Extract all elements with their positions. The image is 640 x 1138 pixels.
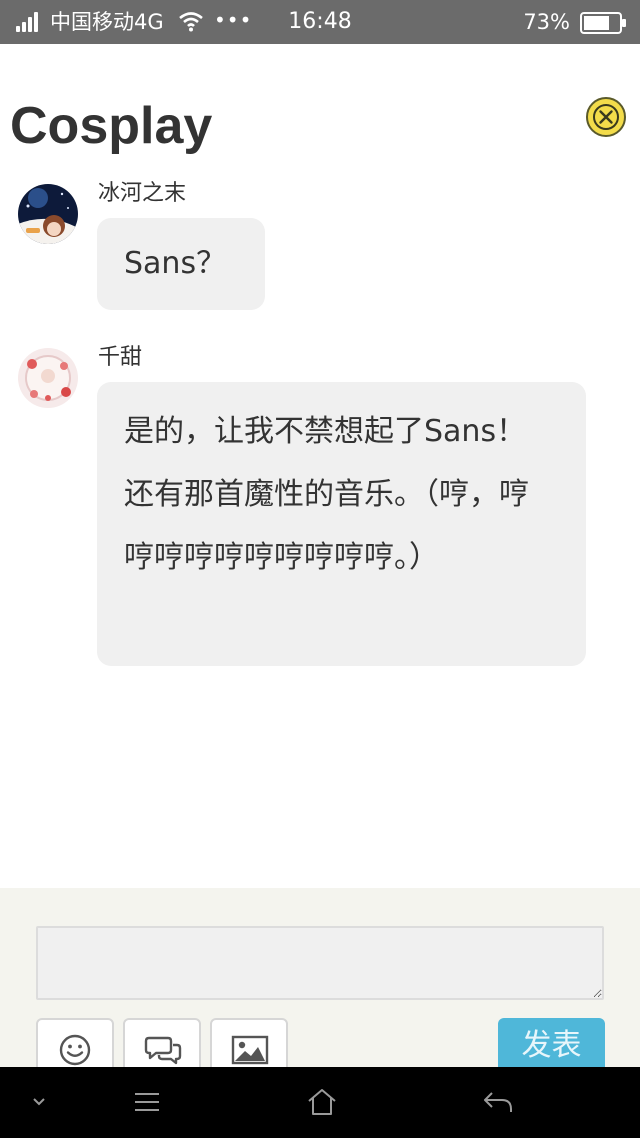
avatar[interactable] [18, 348, 78, 408]
chat-bubbles-icon [144, 1036, 182, 1065]
smiley-icon [59, 1034, 91, 1066]
menu-icon[interactable] [133, 1091, 161, 1113]
battery-percent: 73% [523, 10, 570, 34]
home-icon[interactable] [306, 1087, 338, 1117]
page-title: Cosplay [10, 97, 213, 155]
close-button[interactable] [586, 97, 626, 137]
message-bubble: 是的，让我不禁想起了Sans！还有那首魔性的音乐。（哼，哼哼哼哼哼哼哼哼哼哼。） [97, 382, 586, 666]
sender-name: 千甜 [98, 345, 143, 370]
chevron-down-icon[interactable] [30, 1095, 48, 1109]
avatar[interactable] [18, 184, 78, 244]
sender-name: 冰河之末 [98, 181, 187, 206]
back-icon[interactable] [482, 1089, 514, 1115]
reply-input[interactable] [36, 926, 604, 1000]
composer: 发表 [0, 888, 640, 1078]
message-bubble: Sans？ [97, 218, 265, 310]
battery-icon [580, 12, 626, 34]
close-icon [593, 104, 619, 130]
navigation-bar [0, 1067, 640, 1138]
status-bar: 中国移动4G ••• 16:48 73% [0, 0, 640, 44]
image-icon [231, 1035, 269, 1065]
